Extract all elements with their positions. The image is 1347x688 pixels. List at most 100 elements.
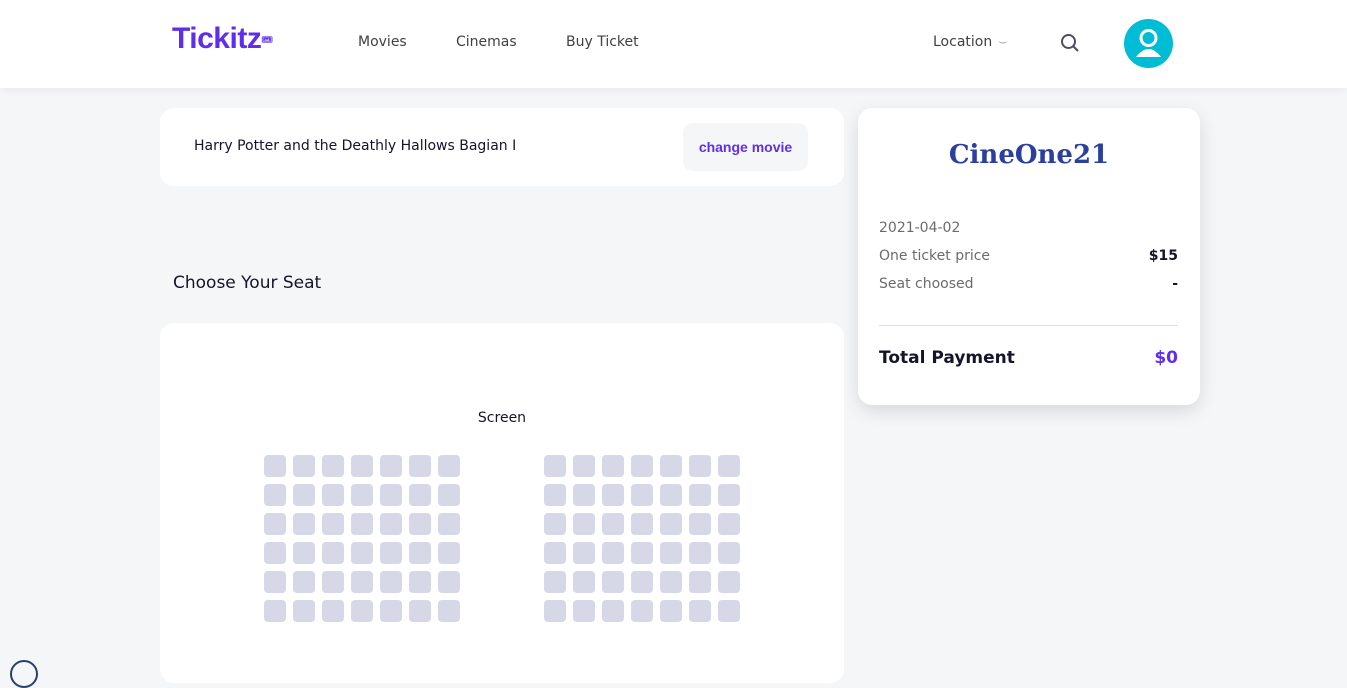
change-movie-button[interactable]: change movie [683, 123, 808, 171]
seat-E10[interactable] [602, 571, 624, 593]
seat-D2[interactable] [293, 542, 315, 564]
seat-C13[interactable] [689, 513, 711, 535]
user-icon [1136, 29, 1161, 57]
location-dropdown[interactable]: Location ⌣ [933, 34, 1007, 50]
seat-D7[interactable] [438, 542, 460, 564]
seat-E14[interactable] [718, 571, 740, 593]
seat-E3[interactable] [322, 571, 344, 593]
seat-A3[interactable] [322, 455, 344, 477]
seat-F1[interactable] [264, 600, 286, 622]
seat-A9[interactable] [573, 455, 595, 477]
seat-C8[interactable] [544, 513, 566, 535]
seat-D6[interactable] [409, 542, 431, 564]
seat-F8[interactable] [544, 600, 566, 622]
seat-A12[interactable] [660, 455, 682, 477]
order-info-card: CineOne21 2021-04-02 One ticket price $15… [858, 108, 1200, 405]
seat-F3[interactable] [322, 600, 344, 622]
seat-D13[interactable] [689, 542, 711, 564]
tickitz-logo[interactable]: Tickitz🎟 [172, 22, 273, 56]
seat-F14[interactable] [718, 600, 740, 622]
seat-A13[interactable] [689, 455, 711, 477]
seat-F4[interactable] [351, 600, 373, 622]
seat-B3[interactable] [322, 484, 344, 506]
seat-A8[interactable] [544, 455, 566, 477]
seat-B4[interactable] [351, 484, 373, 506]
seat-E11[interactable] [631, 571, 653, 593]
seat-F5[interactable] [380, 600, 402, 622]
seat-B2[interactable] [293, 484, 315, 506]
seat-C1[interactable] [264, 513, 286, 535]
seat-E4[interactable] [351, 571, 373, 593]
seat-A4[interactable] [351, 455, 373, 477]
seat-E1[interactable] [264, 571, 286, 593]
seat-B1[interactable] [264, 484, 286, 506]
total-value: $0 [1154, 348, 1178, 368]
seat-C5[interactable] [380, 513, 402, 535]
seat-E7[interactable] [438, 571, 460, 593]
search-icon[interactable] [1060, 33, 1080, 53]
seat-C9[interactable] [573, 513, 595, 535]
seat-B5[interactable] [380, 484, 402, 506]
nav-movies[interactable]: Movies [358, 34, 407, 50]
seat-A11[interactable] [631, 455, 653, 477]
seat-B12[interactable] [660, 484, 682, 506]
seat-C4[interactable] [351, 513, 373, 535]
seat-E2[interactable] [293, 571, 315, 593]
seat-E8[interactable] [544, 571, 566, 593]
seat-B10[interactable] [602, 484, 624, 506]
seat-F11[interactable] [631, 600, 653, 622]
seat-C2[interactable] [293, 513, 315, 535]
seat-B11[interactable] [631, 484, 653, 506]
seat-A10[interactable] [602, 455, 624, 477]
nav-buy-ticket[interactable]: Buy Ticket [566, 34, 639, 50]
seat-D3[interactable] [322, 542, 344, 564]
logo-text: Tickitz [172, 22, 262, 55]
seat-D5[interactable] [380, 542, 402, 564]
seat-C14[interactable] [718, 513, 740, 535]
price-value: $15 [1148, 248, 1178, 264]
divider [879, 325, 1178, 326]
seat-B6[interactable] [409, 484, 431, 506]
seat-A14[interactable] [718, 455, 740, 477]
seat-B9[interactable] [573, 484, 595, 506]
seat-value: - [1172, 276, 1178, 292]
seat-E5[interactable] [380, 571, 402, 593]
seat-D12[interactable] [660, 542, 682, 564]
floating-icon[interactable] [10, 660, 38, 688]
seat-C6[interactable] [409, 513, 431, 535]
seat-A2[interactable] [293, 455, 315, 477]
seat-B13[interactable] [689, 484, 711, 506]
seat-C10[interactable] [602, 513, 624, 535]
seat-F12[interactable] [660, 600, 682, 622]
seat-D11[interactable] [631, 542, 653, 564]
seat-E9[interactable] [573, 571, 595, 593]
nav-cinemas[interactable]: Cinemas [456, 34, 517, 50]
seat-D10[interactable] [602, 542, 624, 564]
seat-E12[interactable] [660, 571, 682, 593]
seat-F2[interactable] [293, 600, 315, 622]
seat-F9[interactable] [573, 600, 595, 622]
seat-C11[interactable] [631, 513, 653, 535]
seat-F13[interactable] [689, 600, 711, 622]
seat-F7[interactable] [438, 600, 460, 622]
seat-B7[interactable] [438, 484, 460, 506]
seat-B8[interactable] [544, 484, 566, 506]
seat-B14[interactable] [718, 484, 740, 506]
seat-E13[interactable] [689, 571, 711, 593]
seat-F6[interactable] [409, 600, 431, 622]
seat-D4[interactable] [351, 542, 373, 564]
seat-A1[interactable] [264, 455, 286, 477]
seat-A6[interactable] [409, 455, 431, 477]
seat-E6[interactable] [409, 571, 431, 593]
seat-D9[interactable] [573, 542, 595, 564]
seat-A5[interactable] [380, 455, 402, 477]
seat-C3[interactable] [322, 513, 344, 535]
seat-D14[interactable] [718, 542, 740, 564]
avatar[interactable] [1124, 19, 1173, 68]
seat-D1[interactable] [264, 542, 286, 564]
seat-C12[interactable] [660, 513, 682, 535]
seat-F10[interactable] [602, 600, 624, 622]
seat-D8[interactable] [544, 542, 566, 564]
seat-C7[interactable] [438, 513, 460, 535]
seat-A7[interactable] [438, 455, 460, 477]
